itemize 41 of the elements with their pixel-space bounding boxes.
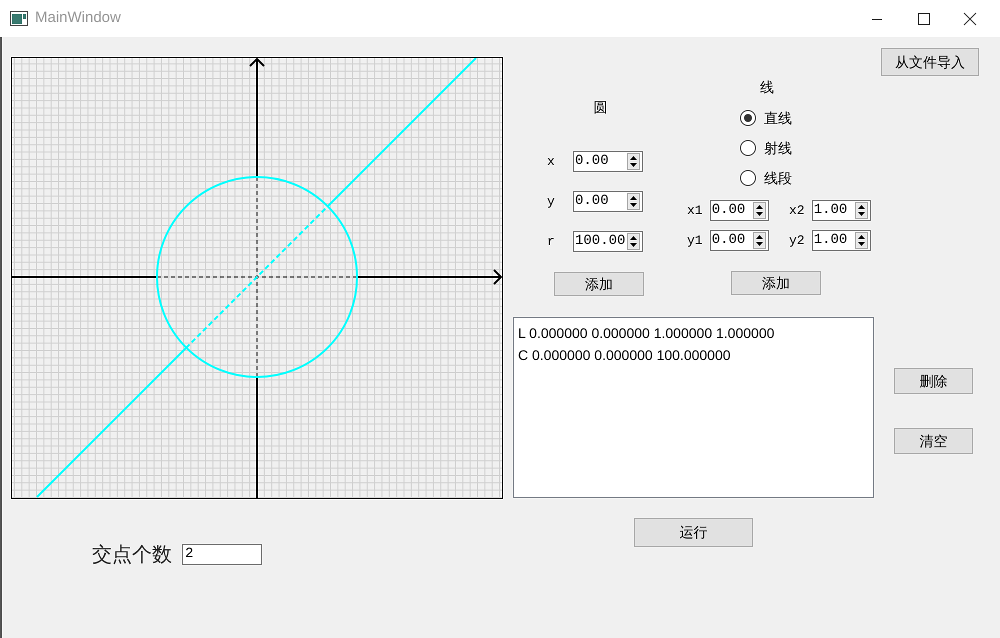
radio-icon[interactable]	[740, 140, 756, 156]
spin-arrows-icon[interactable]	[627, 153, 640, 170]
add-line-button[interactable]: 添加	[731, 271, 821, 295]
line-type-radio[interactable]: 射线	[740, 138, 871, 158]
spin-box[interactable]: 1.00	[812, 200, 871, 221]
window-title: MainWindow	[35, 8, 121, 28]
intersection-count-field[interactable]: 2	[182, 544, 262, 564]
spin-arrows-icon[interactable]	[753, 202, 766, 219]
spin-arrows-icon[interactable]	[627, 233, 640, 250]
coordinate-label: x1	[687, 202, 704, 220]
spin-box[interactable]: 0.00	[573, 191, 643, 212]
coordinate-label: y1	[687, 232, 704, 250]
spin-arrows-icon[interactable]	[627, 193, 640, 210]
coordinate-label: y	[547, 192, 556, 211]
spin-arrows-icon[interactable]	[855, 202, 868, 219]
add-circle-button[interactable]: 添加	[554, 272, 644, 296]
coordinate-label: r	[547, 232, 556, 251]
run-button[interactable]: 运行	[634, 518, 753, 547]
shape-list-item[interactable]: L 0.000000 0.000000 1.000000 1.000000	[518, 322, 873, 344]
spin-arrows-icon[interactable]	[753, 232, 766, 249]
spin-box[interactable]: 100.00	[573, 231, 643, 252]
shape-list-item[interactable]: C 0.000000 0.000000 100.000000	[518, 344, 873, 366]
circle-section-title: 圆	[594, 98, 608, 117]
intersection-count-label: 交点个数	[92, 541, 172, 568]
spin-arrows-icon[interactable]	[855, 232, 868, 249]
app-window-icon	[10, 11, 28, 26]
clear-button[interactable]: 清空	[894, 428, 973, 454]
radio-icon[interactable]	[740, 110, 756, 126]
spin-box[interactable]: 0.00	[710, 230, 769, 251]
delete-button[interactable]: 删除	[894, 368, 973, 394]
coordinate-label: x	[547, 152, 556, 171]
coordinate-label: y2	[789, 232, 806, 250]
line-type-radio[interactable]: 直线	[740, 108, 871, 128]
spin-box[interactable]: 0.00	[573, 151, 643, 172]
coordinate-label: x2	[789, 202, 806, 220]
radio-icon[interactable]	[740, 170, 756, 186]
line-type-radio[interactable]: 线段	[740, 168, 871, 188]
import-file-button[interactable]: 从文件导入	[881, 48, 979, 76]
spin-box[interactable]: 0.00	[710, 200, 769, 221]
line-section-title: 线	[760, 78, 775, 97]
spin-box[interactable]: 1.00	[812, 230, 871, 251]
